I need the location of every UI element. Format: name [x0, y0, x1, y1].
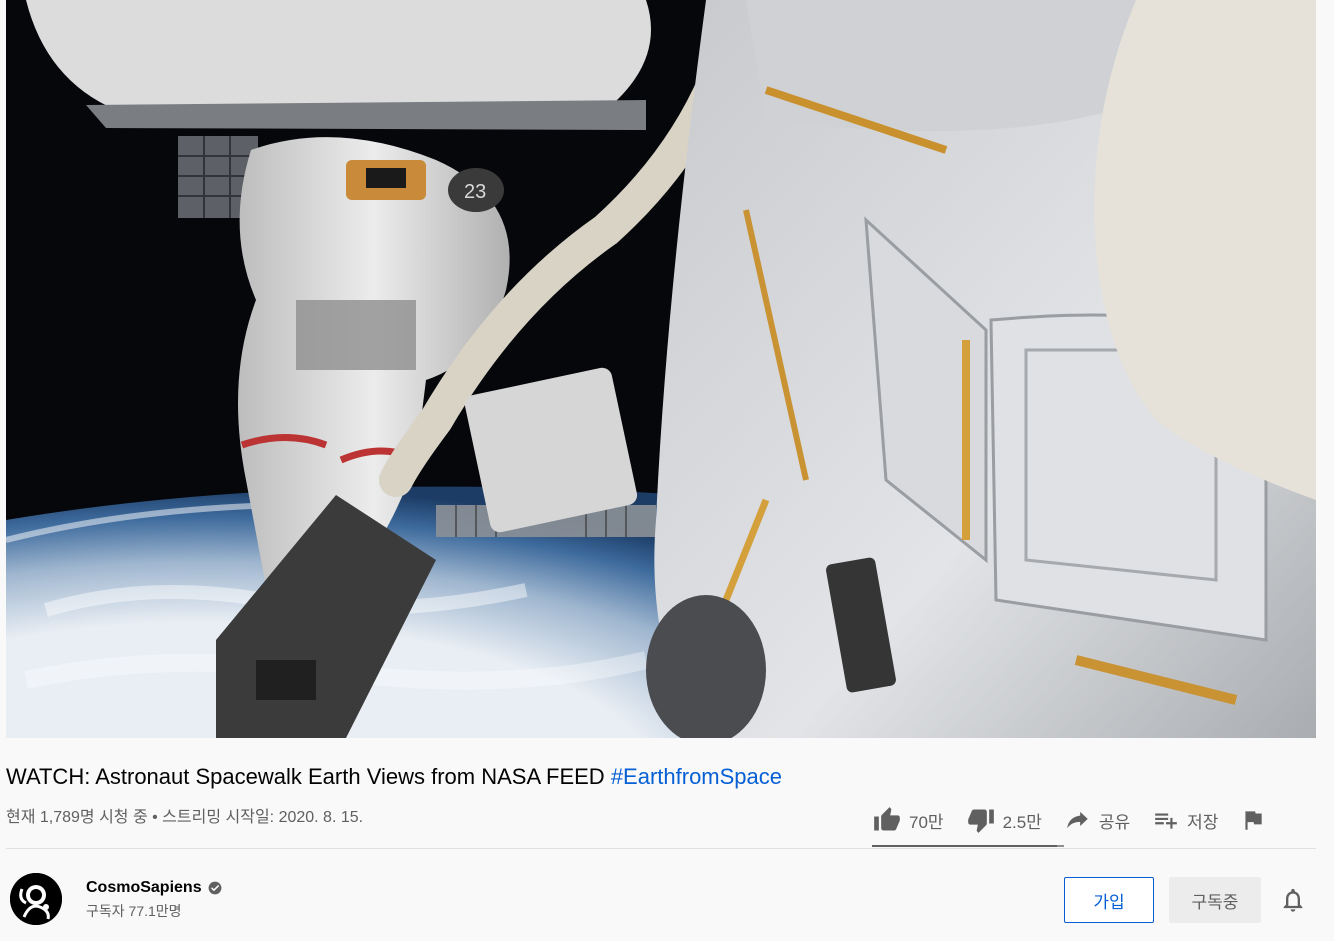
section-divider: [6, 848, 1316, 849]
video-player[interactable]: 23: [6, 0, 1316, 738]
subscriber-count: 구독자 77.1만명: [86, 903, 182, 919]
report-button[interactable]: [1240, 807, 1273, 833]
channel-avatar[interactable]: [10, 873, 62, 925]
subscribed-button[interactable]: 구독중: [1169, 877, 1261, 923]
dislike-button[interactable]: 2.5만: [966, 806, 1042, 834]
cosmosapiens-logo-icon: [10, 873, 62, 925]
channel-name[interactable]: CosmoSapiens: [86, 879, 222, 897]
like-dislike-ratio-bar: [872, 845, 1064, 847]
share-button[interactable]: 공유: [1064, 807, 1130, 833]
save-button[interactable]: 저장: [1152, 807, 1218, 833]
view-info: 현재 1,789명 시청 중 • 스트리밍 시작일: 2020. 8. 15.: [6, 809, 364, 826]
join-button[interactable]: 가입: [1064, 877, 1154, 923]
share-label: 공유: [1098, 812, 1131, 832]
dislike-count: 2.5만: [1002, 812, 1042, 832]
save-label: 저장: [1187, 812, 1219, 832]
video-frame: 23: [6, 0, 1316, 738]
like-ratio-fill: [872, 845, 1058, 847]
notification-bell-button[interactable]: [1279, 886, 1307, 914]
report-flag-icon: [1245, 811, 1263, 830]
video-title-text: WATCH: Astronaut Spacewalk Earth Views f…: [6, 764, 605, 789]
video-title: WATCH: Astronaut Spacewalk Earth Views f…: [6, 762, 1316, 792]
notification-bell-icon: [1283, 888, 1303, 912]
like-icon: [874, 807, 900, 831]
share-icon: [1067, 811, 1088, 829]
like-count: 70만: [909, 812, 944, 832]
dislike-icon: [967, 809, 994, 833]
save-playlist-icon: [1155, 813, 1177, 829]
hashtag-link[interactable]: #EarthfromSpace: [611, 764, 782, 789]
like-button[interactable]: 70만: [872, 806, 944, 834]
video-actions: 70만 2.5만 공유 저장: [872, 800, 1273, 840]
svg-text:23: 23: [464, 181, 486, 203]
verified-icon: [208, 881, 222, 895]
channel-name-text: CosmoSapiens: [86, 879, 202, 896]
